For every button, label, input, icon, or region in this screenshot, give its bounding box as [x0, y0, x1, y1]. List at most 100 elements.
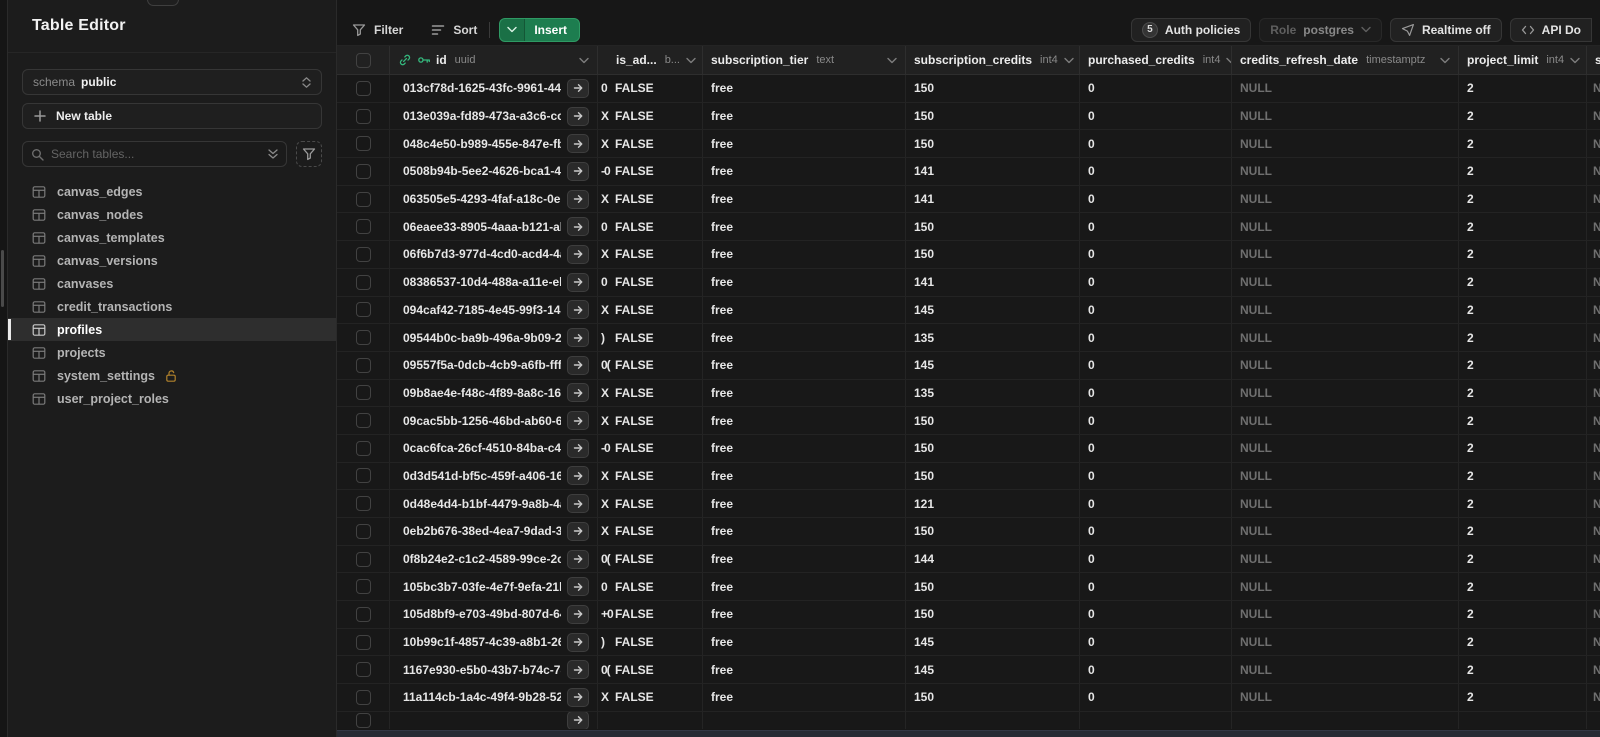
column-menu-chevron-icon[interactable] [1220, 57, 1231, 64]
cell-purchased-credits[interactable]: 0 [1080, 130, 1232, 158]
row-checkbox[interactable] [355, 634, 371, 650]
cell-id[interactable]: 06f6b7d3-977d-4cd0-acd4-4a78... [390, 241, 598, 268]
cell-credits-refresh-date[interactable]: NULL [1232, 213, 1459, 241]
cell-clipped[interactable]: NU [1587, 490, 1600, 517]
column-header-subscription-credits[interactable]: subscription_credits int4 [906, 46, 1080, 74]
cell-id[interactable]: 06eaee33-8905-4aaa-b121-ab552... [390, 213, 598, 241]
cell-credits-refresh-date[interactable]: NULL [1232, 601, 1459, 628]
cell-credits-refresh-date[interactable]: NULL [1232, 379, 1459, 407]
expand-row-button[interactable] [567, 78, 589, 98]
cell-subscription-tier[interactable]: free [703, 518, 906, 545]
cell-id[interactable]: 10b99c1f-4857-4c39-a8b1-263b8... [390, 628, 598, 656]
cell-is-admin[interactable]: 0( FALSE [598, 656, 703, 684]
role-select-button[interactable]: Role postgres [1259, 17, 1382, 42]
cell-purchased-credits[interactable]: 0 [1080, 379, 1232, 407]
cell-credits-refresh-date[interactable]: NULL [1232, 656, 1459, 684]
cell-id[interactable]: 105d8bf9-e703-49bd-807d-645e... [390, 601, 598, 628]
cell-project-limit[interactable]: 2 [1459, 518, 1587, 545]
sidebar-item-canvas_edges[interactable]: canvas_edges [8, 180, 336, 203]
cell-purchased-credits[interactable]: 0 [1080, 545, 1232, 573]
new-table-button[interactable]: New table [22, 103, 322, 129]
row-checkbox[interactable] [355, 413, 371, 429]
cell-credits-refresh-date[interactable]: NULL [1232, 462, 1459, 490]
cell-credits-refresh-date[interactable]: NULL [1232, 324, 1459, 351]
expand-row-button[interactable] [567, 189, 589, 209]
rail-scrollbar-thumb[interactable] [1, 250, 4, 307]
cell-subscription-tier[interactable]: free [703, 628, 906, 656]
cell-purchased-credits[interactable]: 0 [1080, 268, 1232, 296]
cell-credits-refresh-date[interactable]: NULL [1232, 434, 1459, 462]
cell-clipped[interactable]: NU [1587, 656, 1600, 683]
cell-subscription-credits[interactable]: 150 [906, 434, 1080, 462]
cell-is-admin[interactable]: X FALSE [598, 379, 703, 407]
cell-clipped[interactable]: NU [1587, 352, 1600, 379]
auth-policies-button[interactable]: 5 Auth policies [1130, 17, 1252, 42]
cell-clipped[interactable]: NU [1587, 435, 1600, 462]
cell-clipped[interactable] [1587, 712, 1600, 729]
cell-is-admin[interactable]: X FALSE [598, 185, 703, 213]
cell-project-limit[interactable]: 2 [1459, 351, 1587, 379]
chevrons-double-down-icon[interactable] [268, 148, 278, 160]
api-docs-button[interactable]: API Do [1509, 17, 1592, 42]
cell-project-limit[interactable]: 2 [1459, 434, 1587, 462]
column-menu-chevron-icon[interactable] [680, 57, 696, 64]
cell-subscription-tier[interactable]: free [703, 268, 906, 296]
cell-subscription-credits[interactable]: 150 [906, 601, 1080, 628]
column-header-id[interactable]: id uuid [390, 46, 598, 74]
row-checkbox[interactable] [355, 191, 371, 207]
cell-subscription-tier[interactable]: free [703, 656, 906, 684]
cell-subscription-credits[interactable]: 145 [906, 351, 1080, 379]
cell-clipped[interactable]: NU [1587, 407, 1600, 434]
expand-row-button[interactable] [567, 328, 589, 348]
row-checkbox[interactable] [355, 330, 371, 346]
cell-id[interactable]: 013cf78d-1625-43fc-9961-442189... [390, 75, 598, 102]
cell-subscription-credits[interactable]: 150 [906, 518, 1080, 545]
cell-clipped[interactable]: NU [1587, 629, 1600, 656]
cell-purchased-credits[interactable]: 0 [1080, 628, 1232, 656]
cell-id[interactable]: 1167e930-e5b0-43b7-b74c-788c9... [390, 656, 598, 684]
cell-purchased-credits[interactable]: 0 [1080, 213, 1232, 241]
sidebar-item-canvas_templates[interactable]: canvas_templates [8, 226, 336, 249]
cell-project-limit[interactable]: 2 [1459, 185, 1587, 213]
cell-purchased-credits[interactable]: 0 [1080, 601, 1232, 628]
column-header-subscription-tier[interactable]: subscription_tier text [703, 46, 906, 74]
realtime-toggle-button[interactable]: Realtime off [1389, 17, 1502, 42]
row-checkbox[interactable] [355, 551, 371, 567]
cell-id[interactable]: 0cac6fca-26cf-4510-84ba-c4580... [390, 434, 598, 462]
cell-credits-refresh-date[interactable]: NULL [1232, 158, 1459, 185]
cell-subscription-credits[interactable]: 141 [906, 185, 1080, 213]
cell-purchased-credits[interactable]: 0 [1080, 656, 1232, 684]
cell-subscription-credits[interactable]: 150 [906, 102, 1080, 130]
column-header-project-limit[interactable]: project_limit int4 [1459, 46, 1587, 74]
expand-row-button[interactable] [567, 300, 589, 320]
row-checkbox[interactable] [355, 108, 371, 124]
cell-clipped[interactable]: NU [1587, 186, 1600, 213]
cell-clipped[interactable]: NU [1587, 103, 1600, 130]
cell-project-limit[interactable]: 2 [1459, 268, 1587, 296]
cell-project-limit[interactable]: 2 [1459, 628, 1587, 656]
cell-subscription-tier[interactable]: free [703, 324, 906, 351]
cell-project-limit[interactable]: 2 [1459, 684, 1587, 711]
cell-is-admin[interactable]: 0 FALSE [598, 268, 703, 296]
cell-project-limit[interactable]: 2 [1459, 158, 1587, 185]
expand-row-button[interactable] [567, 604, 589, 624]
cell-credits-refresh-date[interactable] [1232, 711, 1459, 729]
row-checkbox[interactable] [355, 302, 371, 318]
cell-subscription-credits[interactable] [906, 711, 1080, 729]
insert-chevron-down-icon[interactable] [500, 18, 526, 41]
row-checkbox[interactable] [355, 523, 371, 539]
expand-row-button[interactable] [567, 106, 589, 126]
column-menu-chevron-icon[interactable] [573, 57, 589, 64]
sidebar-item-canvas_nodes[interactable]: canvas_nodes [8, 203, 336, 226]
cell-subscription-credits[interactable]: 135 [906, 379, 1080, 407]
sidebar-item-credit_transactions[interactable]: credit_transactions [8, 295, 336, 318]
expand-row-button[interactable] [567, 549, 589, 569]
row-checkbox[interactable] [355, 468, 371, 484]
cell-id[interactable]: 094caf42-7185-4e45-99f3-14abee... [390, 296, 598, 324]
cell-project-limit[interactable]: 2 [1459, 462, 1587, 490]
cell-is-admin[interactable]: ) FALSE [598, 324, 703, 351]
cell-credits-refresh-date[interactable]: NULL [1232, 545, 1459, 573]
cell-is-admin[interactable]: X FALSE [598, 130, 703, 158]
cell-subscription-tier[interactable]: free [703, 545, 906, 573]
row-checkbox[interactable] [355, 219, 371, 235]
